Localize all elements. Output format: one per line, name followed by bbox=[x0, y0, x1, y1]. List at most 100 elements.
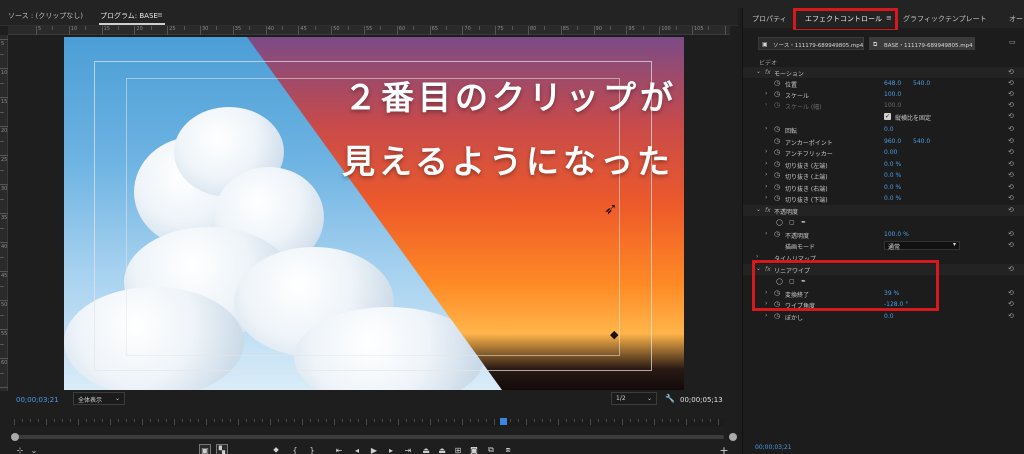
antiflicker-value[interactable]: 0.00 bbox=[884, 149, 897, 156]
ec-row-opacity-section[interactable]: ⌄ fx 不透明度 ⟲ bbox=[743, 205, 1024, 216]
crop-right-value[interactable]: 0.0 % bbox=[884, 184, 901, 191]
reset-icon[interactable]: ⟲ bbox=[1008, 183, 1014, 191]
marker-icon[interactable]: ⬥ bbox=[270, 444, 282, 454]
stopwatch-icon[interactable]: ◷ bbox=[774, 137, 780, 145]
ec-row-anchor[interactable]: ◷ アンカーポイント 960.0 540.0 ⟲ bbox=[743, 136, 1024, 147]
hamburger-icon[interactable]: ≡ bbox=[157, 11, 163, 19]
chevron-right-icon[interactable]: › bbox=[765, 312, 767, 319]
chevron-right-icon[interactable]: › bbox=[765, 171, 767, 178]
anchor-y-value[interactable]: 540.0 bbox=[913, 138, 930, 145]
crop-top-value[interactable]: 0.0 % bbox=[884, 172, 901, 179]
reset-icon[interactable]: ⟲ bbox=[1008, 79, 1014, 87]
sequence-clip-chip[interactable]: ⧉ BASE・111179-689949805.mp4 bbox=[869, 37, 975, 50]
reset-icon[interactable]: ⟲ bbox=[1008, 265, 1014, 273]
ellipse-mask-icon[interactable]: ◯ bbox=[776, 219, 783, 226]
chevron-right-icon[interactable]: › bbox=[765, 230, 767, 237]
playhead-marker[interactable] bbox=[500, 418, 507, 425]
crop-left-value[interactable]: 0.0 % bbox=[884, 161, 901, 168]
stopwatch-icon[interactable]: ◷ bbox=[774, 312, 780, 320]
reset-icon[interactable]: ⟲ bbox=[1008, 125, 1014, 133]
reset-icon[interactable]: ⟲ bbox=[1008, 230, 1014, 238]
feather-value[interactable]: 0.0 bbox=[884, 313, 894, 320]
ec-row-position[interactable]: ◷ 位置 648.0 540.0 ⟲ bbox=[743, 78, 1024, 89]
go-to-out-icon[interactable]: ⇥ bbox=[402, 444, 414, 454]
stopwatch-icon[interactable]: ◷ bbox=[774, 183, 780, 191]
play-icon[interactable]: ▶ bbox=[368, 444, 380, 454]
reset-icon[interactable]: ⟲ bbox=[1008, 171, 1014, 179]
tab-source[interactable]: ソース : (クリップなし) bbox=[8, 11, 83, 21]
trim-icon[interactable]: ⧉ bbox=[485, 444, 497, 454]
crop-icon[interactable]: ▚ bbox=[216, 444, 228, 454]
reset-icon[interactable]: ⟲ bbox=[1008, 206, 1014, 214]
pen-mask-icon[interactable]: ✒ bbox=[801, 219, 806, 226]
stopwatch-icon[interactable]: ◷ bbox=[774, 79, 780, 87]
chevron-down-icon[interactable]: ⌄ bbox=[28, 444, 40, 454]
tab-properties[interactable]: プロパティ bbox=[752, 14, 787, 24]
tab-more[interactable]: オー bbox=[1009, 14, 1023, 24]
ec-row-uniform-scale[interactable]: ✓ 縦横比を固定 ⟲ bbox=[743, 111, 1024, 122]
multicam-icon[interactable]: ⧈ bbox=[502, 444, 514, 454]
rotation-value[interactable]: 0.0 bbox=[884, 126, 894, 133]
ec-row-opacity[interactable]: › ◷ 不透明度 100.0 % ⟲ bbox=[743, 229, 1024, 240]
ec-row-crop-left[interactable]: › ◷ 切り抜き (左端) 0.0 % ⟲ bbox=[743, 159, 1024, 170]
step-forward-icon[interactable]: ▸ bbox=[385, 444, 397, 454]
reset-icon[interactable]: ⟲ bbox=[1008, 148, 1014, 156]
stopwatch-icon[interactable]: ◷ bbox=[774, 125, 780, 133]
stopwatch-icon[interactable]: ◷ bbox=[774, 230, 780, 238]
reset-icon[interactable]: ⟲ bbox=[1008, 112, 1014, 120]
export-frame-icon[interactable]: ◙ bbox=[468, 444, 480, 454]
scroll-handle-left[interactable] bbox=[11, 433, 19, 441]
reset-icon[interactable]: ⟲ bbox=[1008, 289, 1014, 297]
playhead-timecode[interactable]: 00;00;03;21 bbox=[16, 396, 59, 404]
out-point-icon[interactable]: } bbox=[306, 444, 318, 454]
ec-row-crop-bottom[interactable]: › ◷ 切り抜き (下端) 0.0 % ⟲ bbox=[743, 193, 1024, 204]
position-x-value[interactable]: 648.0 bbox=[884, 80, 901, 87]
step-back-icon[interactable]: ◂ bbox=[351, 444, 363, 454]
chevron-right-icon[interactable]: › bbox=[765, 183, 767, 190]
stopwatch-icon[interactable]: ◷ bbox=[774, 90, 780, 98]
ec-row-rotation[interactable]: › ◷ 回転 0.0 ⟲ bbox=[743, 124, 1024, 135]
wrench-icon[interactable]: 🔧 bbox=[665, 394, 675, 403]
scale-value[interactable]: 100.0 bbox=[884, 91, 901, 98]
reset-icon[interactable]: ⟲ bbox=[1008, 101, 1014, 109]
tab-graphic-template[interactable]: グラフィックテンプレート bbox=[903, 14, 987, 24]
ec-row-scale[interactable]: › ◷ スケール 100.0 ⟲ bbox=[743, 89, 1024, 100]
safe-margins-icon[interactable]: ⊹ bbox=[14, 444, 26, 454]
ec-row-feather[interactable]: › ◷ ぼかし 0.0 ⟲ bbox=[743, 311, 1024, 322]
ec-row-blend-mode[interactable]: 描画モード 通常 ▾ ⟲ bbox=[743, 240, 1024, 251]
zoom-scrollbar[interactable] bbox=[14, 435, 724, 439]
position-y-value[interactable]: 540.0 bbox=[913, 80, 930, 87]
lift-icon[interactable]: ⏏ bbox=[420, 444, 432, 454]
reset-icon[interactable]: ⟲ bbox=[1008, 300, 1014, 308]
ec-row-antiflicker[interactable]: › ◷ アンチフリッカー 0.00 ⟲ bbox=[743, 147, 1024, 158]
chevron-right-icon[interactable]: › bbox=[765, 194, 767, 201]
rectangle-mask-icon[interactable]: ▢ bbox=[789, 219, 795, 226]
stopwatch-icon[interactable]: ◷ bbox=[774, 148, 780, 156]
extract-icon[interactable]: ⏏ bbox=[436, 444, 448, 454]
reset-icon[interactable]: ⟲ bbox=[1008, 68, 1014, 76]
blend-mode-select[interactable]: 通常 ▾ bbox=[884, 241, 960, 251]
tab-program[interactable]: プログラム: BASE bbox=[100, 11, 158, 21]
chevron-right-icon[interactable]: › bbox=[765, 125, 767, 132]
scroll-handle-right[interactable] bbox=[729, 433, 737, 441]
ec-row-crop-right[interactable]: › ◷ 切り抜き (右端) 0.0 % ⟲ bbox=[743, 182, 1024, 193]
in-point-icon[interactable]: { bbox=[289, 444, 301, 454]
checkbox-checked-icon[interactable]: ✓ bbox=[884, 113, 891, 120]
fit-select[interactable]: 全体表示 ⌄ bbox=[73, 392, 125, 405]
chevron-down-icon[interactable]: ⌄ bbox=[756, 68, 761, 75]
ec-row-motion[interactable]: ⌄ fx モーション ⟲ bbox=[743, 67, 1024, 78]
reset-icon[interactable]: ⟲ bbox=[1008, 137, 1014, 145]
compare-icon[interactable]: ⊞ bbox=[452, 444, 464, 454]
chevron-right-icon[interactable]: › bbox=[756, 253, 758, 260]
source-clip-chip[interactable]: ▣ ソース・111179-689949805.mp4 bbox=[758, 37, 864, 50]
chevron-right-icon[interactable]: › bbox=[765, 148, 767, 155]
stopwatch-icon[interactable]: ◷ bbox=[774, 160, 780, 168]
go-to-in-icon[interactable]: ⇤ bbox=[333, 444, 345, 454]
crop-bottom-value[interactable]: 0.0 % bbox=[884, 195, 901, 202]
time-ruler[interactable] bbox=[14, 419, 724, 426]
ec-row-crop-top[interactable]: › ◷ 切り抜き (上端) 0.0 % ⟲ bbox=[743, 170, 1024, 181]
reset-icon[interactable]: ⟲ bbox=[1008, 241, 1014, 249]
chevron-right-icon[interactable]: › bbox=[765, 160, 767, 167]
anchor-x-value[interactable]: 960.0 bbox=[884, 138, 901, 145]
reset-icon[interactable]: ⟲ bbox=[1008, 312, 1014, 320]
